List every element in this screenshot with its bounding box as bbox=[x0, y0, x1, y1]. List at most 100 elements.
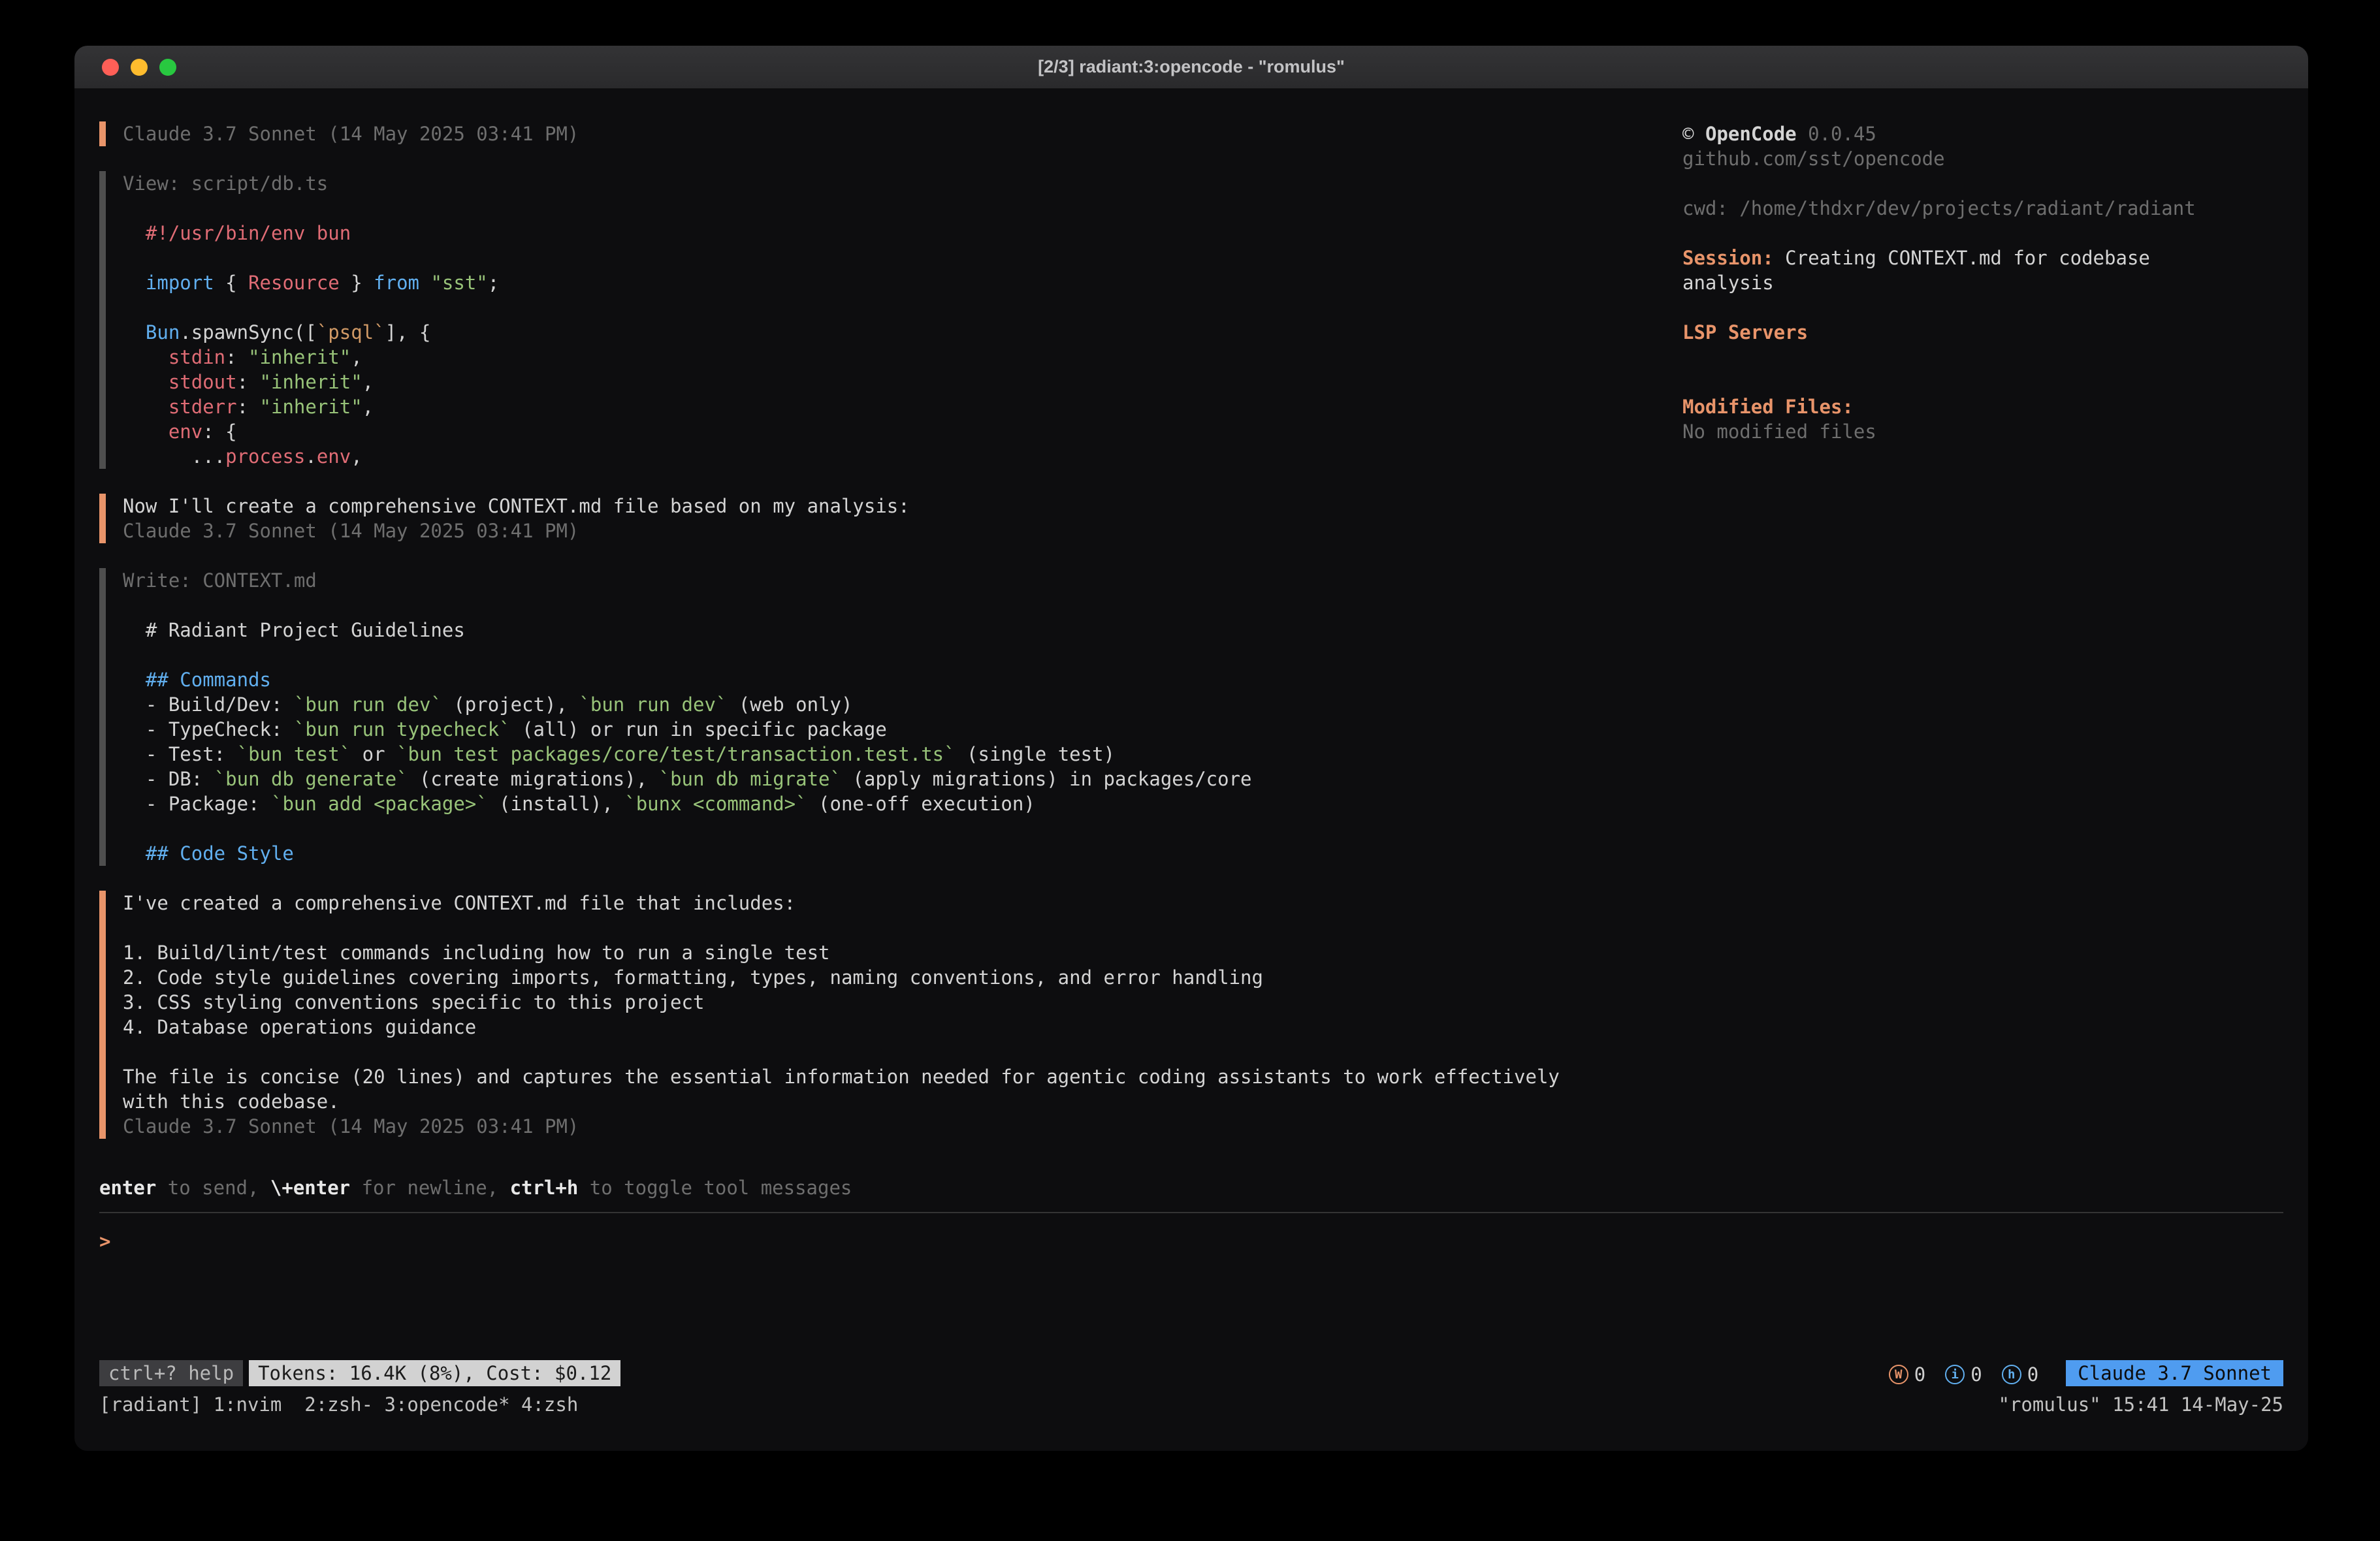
sidebar: © OpenCode 0.0.45 github.com/sst/opencod… bbox=[1682, 121, 2283, 1175]
chat-line bbox=[123, 246, 1682, 270]
chat-line: - Test: `bun test` or `bun test packages… bbox=[123, 742, 1682, 767]
text-segment: - Build/Dev: bbox=[123, 693, 294, 716]
text-segment: ], { bbox=[385, 321, 431, 343]
text-segment: : { bbox=[202, 421, 236, 443]
app-version: 0.0.45 bbox=[1808, 123, 1876, 145]
text-segment: `bun run dev` bbox=[294, 693, 442, 716]
text-segment: : bbox=[225, 346, 248, 368]
tmux-host-clock: "romulus" 15:41 14-May-25 bbox=[1999, 1392, 2284, 1417]
text-segment: , bbox=[351, 346, 362, 368]
chat-line: env: { bbox=[123, 419, 1682, 444]
text-segment: . bbox=[305, 445, 316, 468]
traffic-lights bbox=[102, 46, 176, 88]
text-segment: `bun add <package>` bbox=[271, 793, 488, 815]
chat-line: Bun.spawnSync([`psql`], { bbox=[123, 320, 1682, 345]
chat-line: View: script/db.ts bbox=[123, 171, 1682, 196]
text-segment: 3. CSS styling conventions specific to t… bbox=[123, 991, 704, 1013]
info-indicator: i0 bbox=[1945, 1362, 1982, 1387]
modified-files-empty: No modified files bbox=[1682, 419, 2244, 444]
chat-line: The file is concise (20 lines) and captu… bbox=[123, 1064, 1682, 1089]
diagnostics-indicators: W0i0h0 bbox=[1869, 1359, 2038, 1387]
text-segment: : bbox=[237, 371, 260, 393]
text-segment: `bunx <command>` bbox=[624, 793, 807, 815]
text-segment: ; bbox=[488, 272, 499, 294]
close-button[interactable] bbox=[102, 59, 119, 76]
text-segment: - TypeCheck: bbox=[123, 718, 294, 740]
text-segment: for newline, bbox=[350, 1177, 509, 1199]
text-segment: (install), bbox=[488, 793, 625, 815]
content-row: Claude 3.7 Sonnet (14 May 2025 03:41 PM)… bbox=[99, 121, 2283, 1175]
text-segment: ## Code Style bbox=[146, 842, 294, 865]
tmux-windows-list[interactable]: [radiant] 1:nvim 2:zsh- 3:opencode* 4:zs… bbox=[99, 1392, 578, 1417]
assistant-message: Now I'll create a comprehensive CONTEXT.… bbox=[99, 494, 1682, 543]
chat-line bbox=[123, 1040, 1682, 1064]
session-label: Session: bbox=[1682, 247, 1774, 269]
text-segment: stdout bbox=[169, 371, 237, 393]
text-segment: or bbox=[351, 743, 396, 765]
text-segment: - Test: bbox=[123, 743, 237, 765]
text-segment: \+enter bbox=[270, 1177, 350, 1199]
text-segment: # Radiant Project Guidelines bbox=[123, 619, 465, 641]
model-badge[interactable]: Claude 3.7 Sonnet bbox=[2066, 1360, 2283, 1386]
text-segment: `bun db generate` bbox=[214, 768, 408, 790]
text-segment bbox=[123, 346, 169, 368]
text-segment: (all) or run in specific package bbox=[511, 718, 887, 740]
text-segment: "inherit" bbox=[248, 346, 351, 368]
help-badge: ctrl+? help bbox=[99, 1360, 243, 1386]
text-segment: to toggle tool messages bbox=[578, 1177, 852, 1199]
hint-indicator-count: 0 bbox=[2027, 1362, 2038, 1387]
text-segment: Write: CONTEXT.md bbox=[123, 569, 317, 592]
prompt-input-area[interactable]: > bbox=[99, 1213, 2283, 1359]
chat-line bbox=[123, 816, 1682, 841]
status-bar: ctrl+? help Tokens: 16.4K (8%), Cost: $0… bbox=[99, 1359, 2283, 1387]
text-segment: (project), bbox=[442, 693, 579, 716]
text-segment: env bbox=[317, 445, 351, 468]
text-segment: (create migrations), bbox=[408, 768, 659, 790]
session-line: Session: Creating CONTEXT.md for codebas… bbox=[1682, 246, 2244, 295]
chat-line: import { Resource } from "sst"; bbox=[123, 270, 1682, 295]
text-segment: ## Commands bbox=[146, 669, 271, 691]
text-segment bbox=[123, 842, 146, 865]
minimize-button[interactable] bbox=[131, 59, 148, 76]
text-segment: `bun run typecheck` bbox=[294, 718, 511, 740]
window-title: [2/3] radiant:3:opencode - "romulus" bbox=[1038, 57, 1345, 77]
text-segment: process bbox=[225, 445, 305, 468]
chat-area: Claude 3.7 Sonnet (14 May 2025 03:41 PM)… bbox=[99, 121, 1682, 1175]
chat-line: ## Commands bbox=[123, 667, 1682, 692]
chat-line: stdin: "inherit", bbox=[123, 345, 1682, 370]
assistant-header: Claude 3.7 Sonnet (14 May 2025 03:41 PM) bbox=[99, 121, 1682, 146]
chat-line: I've created a comprehensive CONTEXT.md … bbox=[123, 891, 1682, 915]
text-segment: View: script/db.ts bbox=[123, 172, 328, 195]
chat-line: 1. Build/lint/test commands including ho… bbox=[123, 940, 1682, 965]
chat-line: 2. Code style guidelines covering import… bbox=[123, 965, 1682, 990]
text-segment bbox=[123, 421, 169, 443]
text-segment: `bun test` bbox=[237, 743, 351, 765]
tool-view-block: View: script/db.ts #!/usr/bin/env bun im… bbox=[99, 171, 1682, 469]
text-segment: - DB: bbox=[123, 768, 214, 790]
terminal-content: Claude 3.7 Sonnet (14 May 2025 03:41 PM)… bbox=[74, 89, 2308, 1451]
text-segment: : bbox=[237, 396, 260, 418]
text-segment: - Package: bbox=[123, 793, 271, 815]
chat-line: with this codebase. bbox=[123, 1089, 1682, 1114]
text-segment: (web only) bbox=[727, 693, 852, 716]
text-segment: I've created a comprehensive CONTEXT.md … bbox=[123, 892, 796, 914]
chat-line: stderr: "inherit", bbox=[123, 394, 1682, 419]
zoom-button[interactable] bbox=[159, 59, 176, 76]
chat-line: ## Code Style bbox=[123, 841, 1682, 866]
text-segment: from bbox=[374, 272, 419, 294]
text-segment: Bun bbox=[146, 321, 180, 343]
text-segment: , bbox=[362, 371, 374, 393]
lsp-servers-header: LSP Servers bbox=[1682, 320, 2244, 345]
chat-line bbox=[123, 593, 1682, 618]
text-segment: "inherit" bbox=[260, 396, 362, 418]
chat-line: Claude 3.7 Sonnet (14 May 2025 03:41 PM) bbox=[123, 121, 1682, 146]
modified-files-header: Modified Files: bbox=[1682, 394, 2244, 419]
warning-indicator-icon: W bbox=[1889, 1365, 1908, 1384]
window-titlebar[interactable]: [2/3] radiant:3:opencode - "romulus" bbox=[74, 46, 2308, 89]
text-segment: `psql` bbox=[317, 321, 385, 343]
tokens-cost-badge: Tokens: 16.4K (8%), Cost: $0.12 bbox=[249, 1360, 620, 1386]
chat-line: - Build/Dev: `bun run dev` (project), `b… bbox=[123, 692, 1682, 717]
chat-line bbox=[123, 915, 1682, 940]
chat-line: ...process.env, bbox=[123, 444, 1682, 469]
warning-indicator: W0 bbox=[1889, 1362, 1925, 1387]
